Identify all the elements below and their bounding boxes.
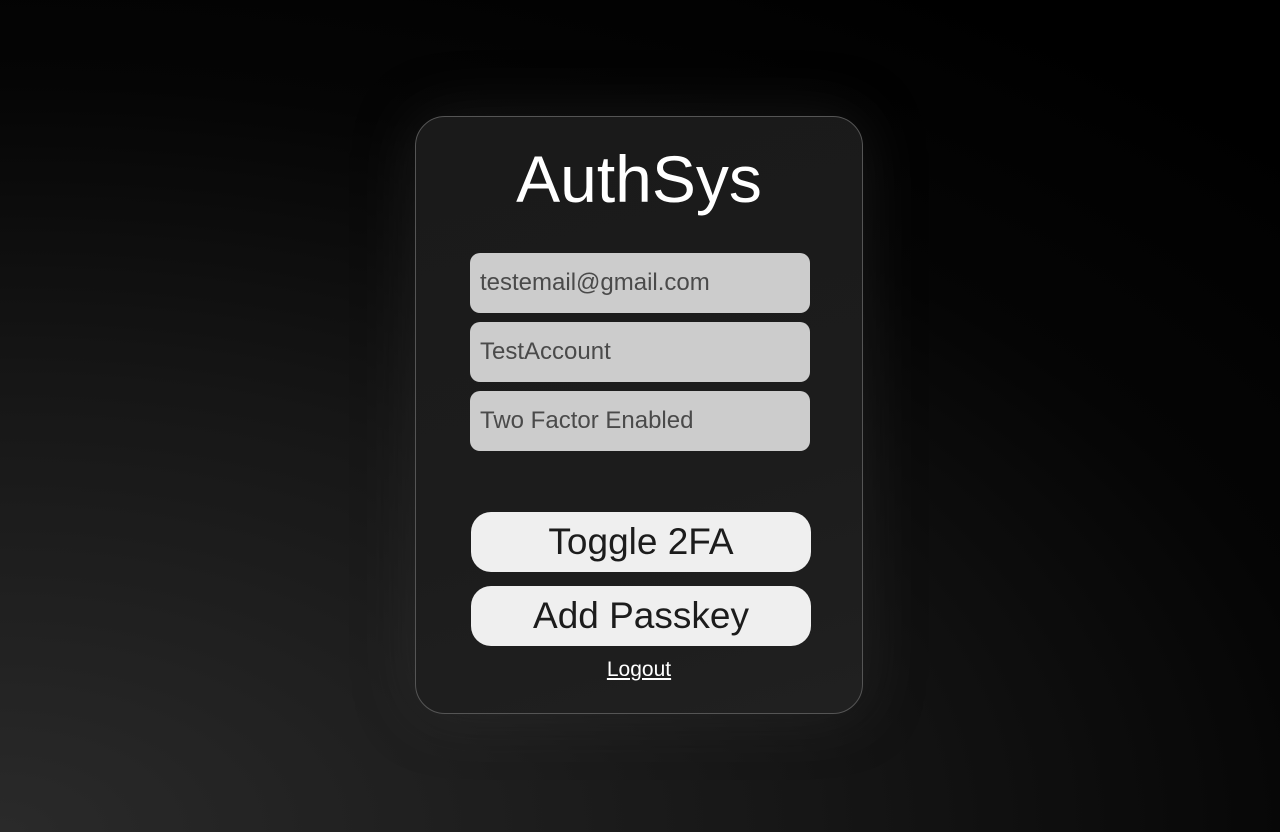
two-factor-status-field: Two Factor Enabled xyxy=(470,391,810,451)
add-passkey-button[interactable]: Add Passkey xyxy=(471,586,811,646)
account-card: AuthSys testemail@gmail.com TestAccount … xyxy=(415,116,863,714)
logout-link[interactable]: Logout xyxy=(416,657,862,683)
app-title: AuthSys xyxy=(516,142,762,216)
toggle-2fa-button[interactable]: Toggle 2FA xyxy=(471,512,811,572)
username-field: TestAccount xyxy=(470,322,810,382)
email-field: testemail@gmail.com xyxy=(470,253,810,313)
